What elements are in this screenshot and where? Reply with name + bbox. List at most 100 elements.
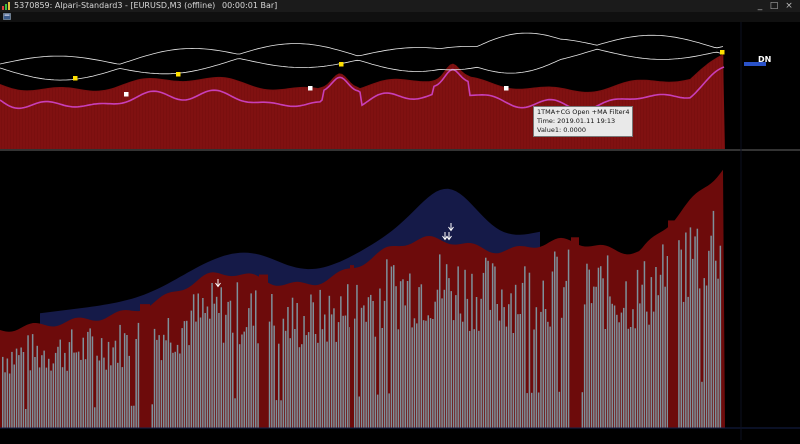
histogram-bar [395, 286, 397, 428]
histogram-bar [137, 322, 140, 428]
histogram-bar [123, 333, 126, 428]
histogram-bar [611, 303, 613, 428]
histogram-bar [694, 236, 696, 428]
menu-bar [0, 12, 800, 22]
histogram-bar [558, 391, 561, 428]
histogram-bar [528, 272, 531, 428]
histogram-bar [457, 266, 459, 428]
histogram-bar [347, 284, 349, 428]
histogram-bar [183, 321, 186, 428]
histogram-bar [275, 400, 278, 428]
histogram-bar [604, 329, 607, 428]
signal-marker-yellow [720, 50, 725, 55]
histogram-bar [514, 284, 517, 428]
histogram-bar [517, 314, 519, 428]
histogram-bar [636, 269, 639, 428]
histogram-bar [314, 334, 317, 428]
histogram-bar [160, 360, 163, 428]
histogram-bar [597, 267, 600, 428]
histogram-bar [646, 311, 648, 428]
histogram-bar [547, 321, 549, 428]
histogram-bar [494, 266, 496, 428]
histogram-bar [652, 311, 655, 428]
histogram-bar [556, 256, 558, 428]
histogram-bar [71, 329, 73, 428]
histogram-bar [416, 323, 418, 428]
histogram-bar [666, 256, 669, 428]
histogram-bar [153, 328, 156, 428]
indicator-tooltip: 1TMA+CG Open +MA Filter4 Time: 2019.01.1… [533, 106, 634, 137]
histogram-bar [59, 339, 61, 428]
histogram-bar [8, 373, 11, 428]
histogram-bar [560, 317, 563, 428]
histogram-bar [526, 393, 528, 428]
histogram-bar [632, 309, 634, 428]
histogram-bar [50, 370, 52, 428]
histogram-bar [404, 305, 406, 428]
histogram-bar [429, 318, 432, 428]
histogram-bar [540, 311, 542, 428]
histogram-bar [376, 394, 379, 428]
histogram-bar [544, 309, 547, 428]
histogram-bar [89, 328, 91, 428]
histogram-bar [613, 305, 616, 428]
histogram-bar [15, 348, 18, 428]
histogram-bar [305, 335, 308, 428]
chart-canvas[interactable] [0, 22, 800, 440]
histogram-bar [209, 318, 211, 428]
histogram-bar [434, 301, 436, 428]
red-gap-column [350, 265, 354, 428]
submenu-icon[interactable] [3, 13, 11, 20]
histogram-bar [659, 274, 662, 428]
histogram-bar [595, 286, 597, 428]
histogram-bar [11, 351, 13, 428]
histogram-bar [268, 321, 271, 428]
histogram-bar [648, 324, 650, 428]
histogram-bar [289, 338, 291, 428]
histogram-bar [25, 409, 27, 428]
chart-area[interactable]: DN 1TMA+CG Open +MA Filter4 Time: 2019.0… [0, 22, 800, 440]
histogram-bar [489, 309, 492, 428]
red-gap-column [571, 237, 579, 428]
histogram-bar [475, 297, 478, 428]
histogram-bar [84, 359, 87, 428]
histogram-bar [512, 333, 515, 428]
histogram-bar [696, 228, 699, 428]
histogram-bar [179, 353, 181, 428]
histogram-bar [34, 357, 36, 428]
histogram-bar [243, 331, 245, 428]
histogram-bar [682, 301, 685, 428]
histogram-bar [197, 293, 199, 428]
histogram-bar [215, 296, 218, 428]
histogram-bar [229, 300, 232, 428]
minimize-icon[interactable]: _ [754, 1, 766, 11]
window-title: 5370859: Alpari-Standard3 - [EURUSD,M3 (… [14, 1, 216, 10]
histogram-bar [328, 295, 331, 428]
histogram-bar [324, 314, 326, 428]
histogram-bar [41, 355, 43, 428]
histogram-bar [213, 303, 216, 428]
red-gap-column [259, 274, 268, 428]
histogram-bar [151, 404, 153, 428]
histogram-bar [326, 341, 328, 428]
histogram-bar [450, 291, 452, 428]
histogram-bar [248, 308, 250, 428]
histogram-bar [471, 273, 473, 428]
close-icon[interactable]: × [783, 1, 795, 11]
histogram-bar [353, 318, 356, 428]
red-gap-column [140, 304, 150, 428]
histogram-bar [167, 318, 170, 428]
histogram-bar [705, 285, 708, 428]
histogram-bar [310, 294, 312, 428]
red-gap-column [668, 220, 675, 428]
histogram-bar [165, 340, 167, 428]
histogram-bar [218, 313, 220, 428]
signal-marker-yellow [339, 62, 344, 67]
histogram-bar [533, 329, 535, 428]
histogram-bar [367, 297, 370, 428]
histogram-bar [390, 266, 393, 428]
histogram-bar [232, 332, 234, 428]
histogram-bar [52, 363, 55, 428]
histogram-bar [29, 370, 32, 428]
maximize-icon[interactable]: □ [768, 1, 780, 11]
